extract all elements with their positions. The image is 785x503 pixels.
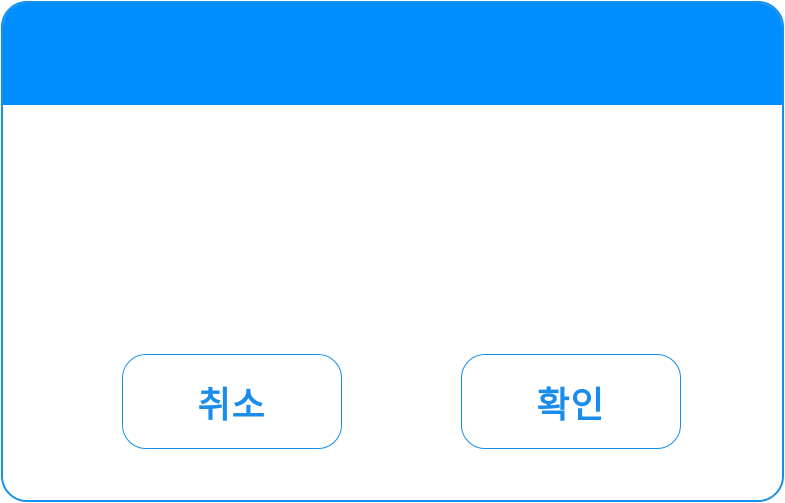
dialog-header xyxy=(3,3,782,105)
cancel-button[interactable]: 취소 xyxy=(122,354,342,449)
dialog: 취소 확인 xyxy=(1,1,784,502)
confirm-button[interactable]: 확인 xyxy=(461,354,681,449)
